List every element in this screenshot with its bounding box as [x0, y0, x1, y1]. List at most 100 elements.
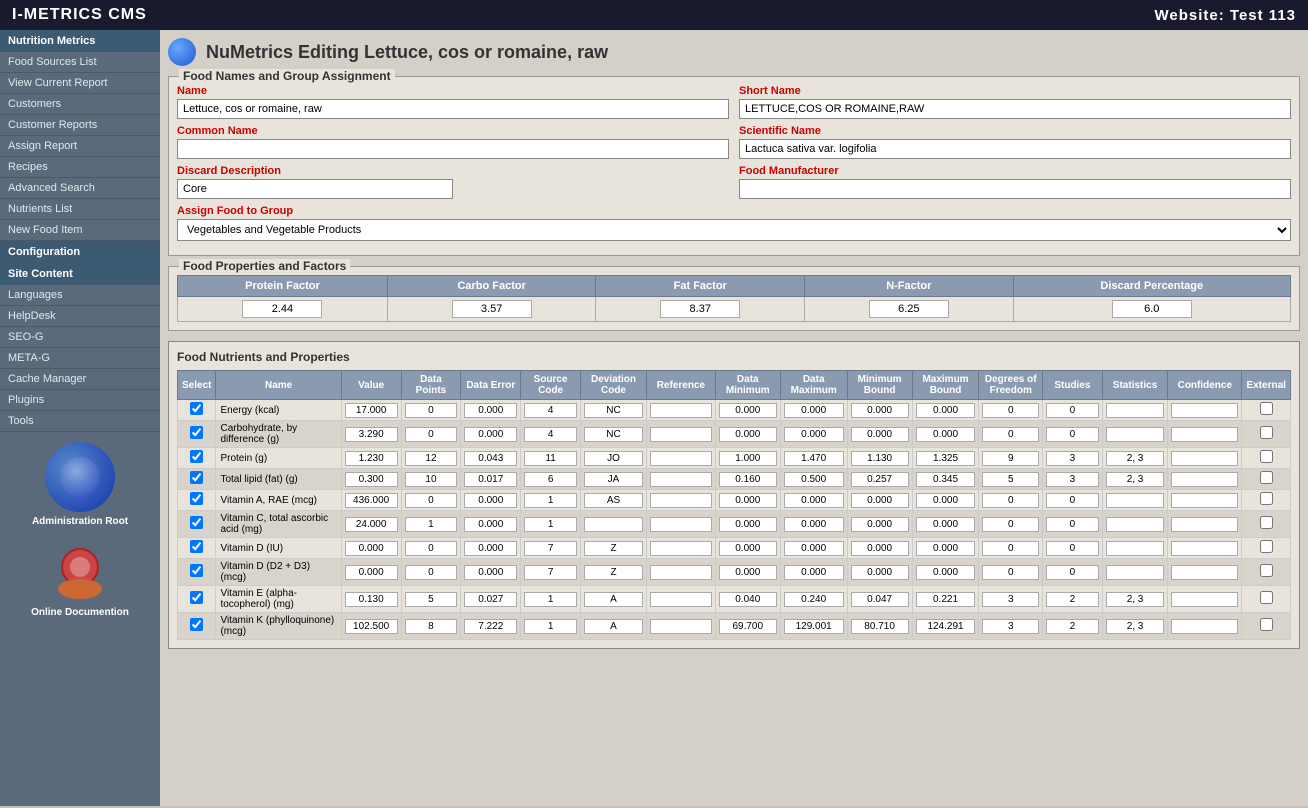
props-value-input[interactable]: [242, 300, 322, 318]
row-field-dof[interactable]: [982, 541, 1039, 556]
row-field-studies[interactable]: [1046, 403, 1099, 418]
row-field-confidence[interactable]: [1171, 565, 1238, 580]
row-field-source_code[interactable]: [524, 427, 577, 442]
common-name-input[interactable]: [177, 139, 729, 159]
row-field-confidence[interactable]: [1171, 427, 1238, 442]
row-external-checkbox[interactable]: [1260, 492, 1273, 505]
row-field-data_points[interactable]: [405, 451, 458, 466]
row-external-checkbox[interactable]: [1260, 426, 1273, 439]
row-field-data_min[interactable]: [719, 403, 777, 418]
row-field-data_points[interactable]: [405, 565, 458, 580]
row-field-value[interactable]: [345, 493, 398, 508]
props-value-input[interactable]: [660, 300, 740, 318]
row-field-reference[interactable]: [650, 493, 712, 508]
row-checkbox[interactable]: [190, 540, 203, 553]
row-field-studies[interactable]: [1046, 541, 1099, 556]
row-field-source_code[interactable]: [524, 619, 577, 634]
row-field-statistics[interactable]: [1106, 403, 1164, 418]
row-field-data_points[interactable]: [405, 472, 458, 487]
row-checkbox[interactable]: [190, 591, 203, 604]
row-field-data_error[interactable]: [464, 541, 517, 556]
row-field-data_max[interactable]: [784, 472, 844, 487]
row-external-checkbox[interactable]: [1260, 471, 1273, 484]
sidebar-item-nutrients-list[interactable]: Nutrients List: [0, 199, 160, 220]
row-field-studies[interactable]: [1046, 472, 1099, 487]
row-field-data_min[interactable]: [719, 565, 777, 580]
sidebar-item-new-food[interactable]: New Food Item: [0, 220, 160, 241]
row-field-data_points[interactable]: [405, 619, 458, 634]
food-manufacturer-input[interactable]: [739, 179, 1291, 199]
row-field-dof[interactable]: [982, 427, 1039, 442]
row-field-data_min[interactable]: [719, 619, 777, 634]
row-field-confidence[interactable]: [1171, 403, 1238, 418]
row-field-reference[interactable]: [650, 592, 712, 607]
row-checkbox[interactable]: [190, 402, 203, 415]
row-field-dof[interactable]: [982, 472, 1039, 487]
row-field-statistics[interactable]: [1106, 592, 1164, 607]
row-field-data_max[interactable]: [784, 403, 844, 418]
row-field-min_bound[interactable]: [851, 403, 909, 418]
row-external-checkbox[interactable]: [1260, 516, 1273, 529]
row-checkbox[interactable]: [190, 564, 203, 577]
row-field-studies[interactable]: [1046, 517, 1099, 532]
row-field-dof[interactable]: [982, 493, 1039, 508]
sidebar-item-assign-report[interactable]: Assign Report: [0, 136, 160, 157]
row-field-deviation_code[interactable]: [584, 541, 643, 556]
sidebar-item-view-report[interactable]: View Current Report: [0, 73, 160, 94]
row-field-reference[interactable]: [650, 451, 712, 466]
row-checkbox[interactable]: [190, 618, 203, 631]
row-field-max_bound[interactable]: [916, 451, 976, 466]
row-field-deviation_code[interactable]: [584, 565, 643, 580]
row-field-confidence[interactable]: [1171, 619, 1238, 634]
row-field-source_code[interactable]: [524, 541, 577, 556]
row-field-data_error[interactable]: [464, 451, 517, 466]
row-field-studies[interactable]: [1046, 565, 1099, 580]
row-field-min_bound[interactable]: [851, 517, 909, 532]
props-value-input[interactable]: [1112, 300, 1192, 318]
row-field-min_bound[interactable]: [851, 592, 909, 607]
row-field-min_bound[interactable]: [851, 472, 909, 487]
sidebar-item-languages[interactable]: Languages: [0, 285, 160, 306]
row-field-data_min[interactable]: [719, 451, 777, 466]
row-checkbox[interactable]: [190, 492, 203, 505]
row-field-confidence[interactable]: [1171, 472, 1238, 487]
row-field-value[interactable]: [345, 472, 398, 487]
row-field-reference[interactable]: [650, 427, 712, 442]
row-field-data_max[interactable]: [784, 619, 844, 634]
row-field-confidence[interactable]: [1171, 451, 1238, 466]
row-checkbox[interactable]: [190, 450, 203, 463]
row-field-studies[interactable]: [1046, 619, 1099, 634]
row-field-source_code[interactable]: [524, 517, 577, 532]
row-field-data_min[interactable]: [719, 592, 777, 607]
row-field-data_min[interactable]: [719, 541, 777, 556]
row-field-data_max[interactable]: [784, 451, 844, 466]
row-field-dof[interactable]: [982, 517, 1039, 532]
row-field-data_error[interactable]: [464, 472, 517, 487]
row-field-data_max[interactable]: [784, 493, 844, 508]
sidebar-item-meta[interactable]: META-G: [0, 348, 160, 369]
row-field-studies[interactable]: [1046, 493, 1099, 508]
row-field-max_bound[interactable]: [916, 565, 976, 580]
row-field-statistics[interactable]: [1106, 472, 1164, 487]
short-name-input[interactable]: [739, 99, 1291, 119]
row-field-value[interactable]: [345, 619, 398, 634]
row-field-data_max[interactable]: [784, 565, 844, 580]
row-checkbox[interactable]: [190, 516, 203, 529]
row-field-data_points[interactable]: [405, 592, 458, 607]
row-field-statistics[interactable]: [1106, 493, 1164, 508]
props-value-input[interactable]: [869, 300, 949, 318]
row-field-data_points[interactable]: [405, 517, 458, 532]
row-field-min_bound[interactable]: [851, 619, 909, 634]
row-field-min_bound[interactable]: [851, 565, 909, 580]
row-field-source_code[interactable]: [524, 565, 577, 580]
row-field-data_error[interactable]: [464, 565, 517, 580]
row-field-data_error[interactable]: [464, 493, 517, 508]
row-field-data_error[interactable]: [464, 403, 517, 418]
sidebar-section-config[interactable]: Configuration: [0, 241, 160, 263]
row-field-reference[interactable]: [650, 541, 712, 556]
row-field-value[interactable]: [345, 517, 398, 532]
row-field-dof[interactable]: [982, 451, 1039, 466]
row-field-dof[interactable]: [982, 619, 1039, 634]
row-field-data_error[interactable]: [464, 619, 517, 634]
row-field-max_bound[interactable]: [916, 427, 976, 442]
